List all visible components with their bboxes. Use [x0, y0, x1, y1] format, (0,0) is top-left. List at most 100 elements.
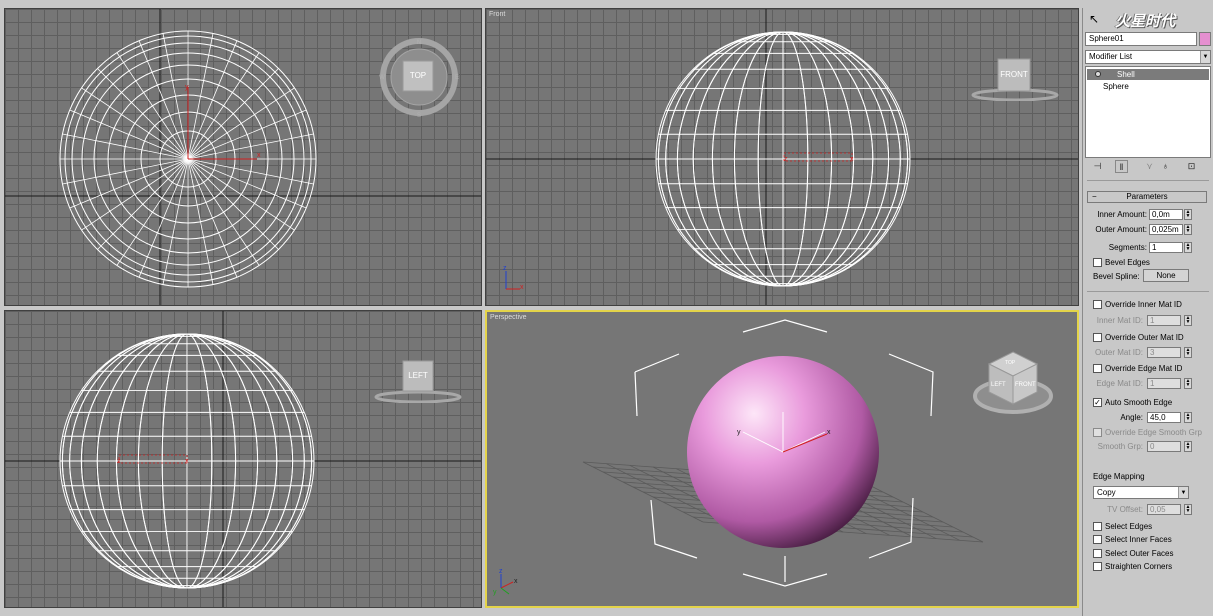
viewcube-label: LEFT [408, 371, 428, 380]
svg-text:x: x [827, 429, 831, 436]
svg-text:W: W [379, 75, 385, 81]
left-view-canvas: z x [5, 311, 481, 607]
inner-amount-field[interactable]: 0,0m [1149, 209, 1183, 220]
svg-text:S: S [417, 113, 421, 119]
select-edges-checkbox[interactable] [1093, 522, 1102, 531]
svg-text:z: z [784, 156, 788, 163]
panel-toolbar: ↖ 火星时代 [1085, 10, 1211, 32]
modifier-stack[interactable]: Shell Sphere [1085, 66, 1211, 158]
parameters-rollout-header[interactable]: − Parameters [1087, 191, 1207, 203]
edge-matid-field[interactable]: 1 [1147, 378, 1181, 389]
viewport-left[interactable]: z x LEFT [4, 310, 482, 608]
viewcube-left[interactable]: LEFT [373, 359, 463, 404]
viewcube-label: TOP [409, 71, 427, 80]
divider [1087, 180, 1209, 181]
edge-mapping-dropdown[interactable]: Copy ▼ [1093, 486, 1189, 499]
sphere-wireframe-front [655, 31, 911, 287]
segments-spinner[interactable]: ▲ ▼ [1184, 242, 1192, 253]
outer-amount-field[interactable]: 0,025m [1149, 224, 1183, 235]
show-end-result-icon[interactable]: ‖ [1115, 160, 1128, 173]
select-inner-faces-checkbox[interactable] [1093, 535, 1102, 544]
bevel-spline-button[interactable]: None [1143, 269, 1189, 282]
viewcube-label: FRONT [1000, 70, 1028, 79]
object-name-field[interactable]: Sphere01 [1085, 32, 1197, 46]
svg-text:x: x [850, 156, 854, 163]
svg-text:y: y [493, 589, 497, 596]
cursor-icon[interactable]: ↖ [1089, 12, 1099, 26]
front-view-canvas: z x z x [486, 9, 1078, 305]
override-edge-smooth-label: Override Edge Smooth Grp [1105, 428, 1202, 437]
viewcube-label-top: TOP [1005, 360, 1016, 366]
tv-offset-label: TV Offset: [1107, 505, 1143, 514]
stack-item-sphere[interactable]: Sphere [1087, 81, 1209, 92]
inner-amount-spinner[interactable]: ▲ ▼ [1184, 209, 1192, 220]
select-outer-faces-checkbox[interactable] [1093, 549, 1102, 558]
remove-modifier-icon[interactable]: ♁ [1159, 160, 1172, 173]
select-edges-label: Select Edges [1105, 522, 1153, 531]
edge-mapping-value: Copy [1097, 488, 1116, 497]
chevron-down-icon: ▼ [1200, 51, 1210, 63]
outer-matid-field[interactable]: 3 [1147, 347, 1181, 358]
svg-text:x: x [514, 578, 518, 585]
angle-spinner[interactable]: ▲ ▼ [1184, 412, 1192, 423]
make-unique-icon[interactable]: ⋎ [1143, 160, 1156, 173]
angle-field[interactable]: 45,0 [1147, 412, 1181, 423]
object-color-swatch[interactable] [1199, 32, 1211, 46]
svg-text:E: E [455, 75, 459, 81]
modifier-list-dropdown[interactable]: Modifier List ▼ [1085, 50, 1211, 64]
viewcube-label-front: FRONT [1015, 382, 1036, 388]
modifier-list-label: Modifier List [1089, 52, 1133, 61]
inner-matid-field[interactable]: 1 [1147, 315, 1181, 326]
bevel-edges-checkbox[interactable] [1093, 258, 1102, 267]
watermark-logo: 火星时代 [1115, 12, 1176, 30]
command-panel: ↖ 火星时代 Sphere01 Modifier List ▼ Shell Sp… [1082, 8, 1213, 616]
override-edge-matid-checkbox[interactable] [1093, 364, 1102, 373]
smooth-grp-field[interactable]: 0 [1147, 441, 1181, 452]
edge-matid-spinner[interactable]: ▲ ▼ [1184, 378, 1192, 389]
bevel-spline-label: Bevel Spline: [1093, 272, 1140, 281]
segments-field[interactable]: 1 [1149, 242, 1183, 253]
override-outer-matid-checkbox[interactable] [1093, 333, 1102, 342]
outer-amount-spinner[interactable]: ▲ ▼ [1184, 224, 1192, 235]
select-outer-faces-label: Select Outer Faces [1105, 549, 1174, 558]
segments-label: Segments: [1108, 243, 1147, 252]
inner-amount-label: Inner Amount: [1097, 210, 1147, 219]
inner-matid-spinner[interactable]: ▲ ▼ [1184, 315, 1192, 326]
edge-mapping-label: Edge Mapping [1093, 472, 1145, 481]
viewport-perspective[interactable]: Perspective x y z x y TOP LEFT FRONT [485, 310, 1079, 608]
pin-stack-icon[interactable]: ⊣ [1091, 160, 1104, 173]
tv-offset-spinner[interactable]: ▲ ▼ [1184, 504, 1192, 515]
outer-matid-spinner[interactable]: ▲ ▼ [1184, 347, 1192, 358]
auto-smooth-checkbox[interactable]: ✓ [1093, 398, 1102, 407]
tv-offset-field[interactable]: 0,05 [1147, 504, 1181, 515]
svg-text:x: x [185, 458, 189, 465]
configure-sets-icon[interactable]: ⊡ [1185, 160, 1198, 173]
straighten-corners-label: Straighten Corners [1105, 562, 1173, 571]
viewport-front[interactable]: Front z x z x FRONT [485, 8, 1079, 306]
viewcube-top[interactable]: N S W E TOP [377, 37, 461, 121]
smooth-grp-label: Smooth Grp: [1097, 442, 1143, 451]
override-edge-smooth-checkbox[interactable] [1093, 428, 1102, 437]
viewcube-perspective[interactable]: TOP LEFT FRONT [971, 348, 1055, 418]
smooth-grp-spinner[interactable]: ▲ ▼ [1184, 441, 1192, 452]
viewport-top[interactable]: x y N S W E TOP [4, 8, 482, 306]
svg-text:y: y [737, 429, 741, 436]
viewcube-base [973, 351, 1053, 414]
axis-tripod: z x y [493, 568, 518, 596]
svg-text:x: x [257, 152, 261, 159]
override-inner-matid-checkbox[interactable] [1093, 300, 1102, 309]
stack-item-shell[interactable]: Shell [1087, 69, 1209, 80]
angle-label: Angle: [1120, 413, 1143, 422]
axis-tripod: z x [503, 265, 524, 291]
viewcube-front[interactable]: FRONT [970, 57, 1060, 102]
override-edge-matid-label: Override Edge Mat ID [1105, 364, 1183, 373]
svg-text:z: z [503, 265, 507, 272]
chevron-down-icon: ▼ [1178, 487, 1188, 498]
svg-text:x: x [520, 284, 524, 291]
straighten-corners-checkbox[interactable] [1093, 562, 1102, 571]
collapse-icon: − [1092, 192, 1097, 201]
lightbulb-icon[interactable] [1095, 71, 1101, 77]
viewcube-base [374, 360, 462, 404]
svg-text:N: N [417, 40, 421, 46]
svg-text:y: y [185, 84, 189, 91]
